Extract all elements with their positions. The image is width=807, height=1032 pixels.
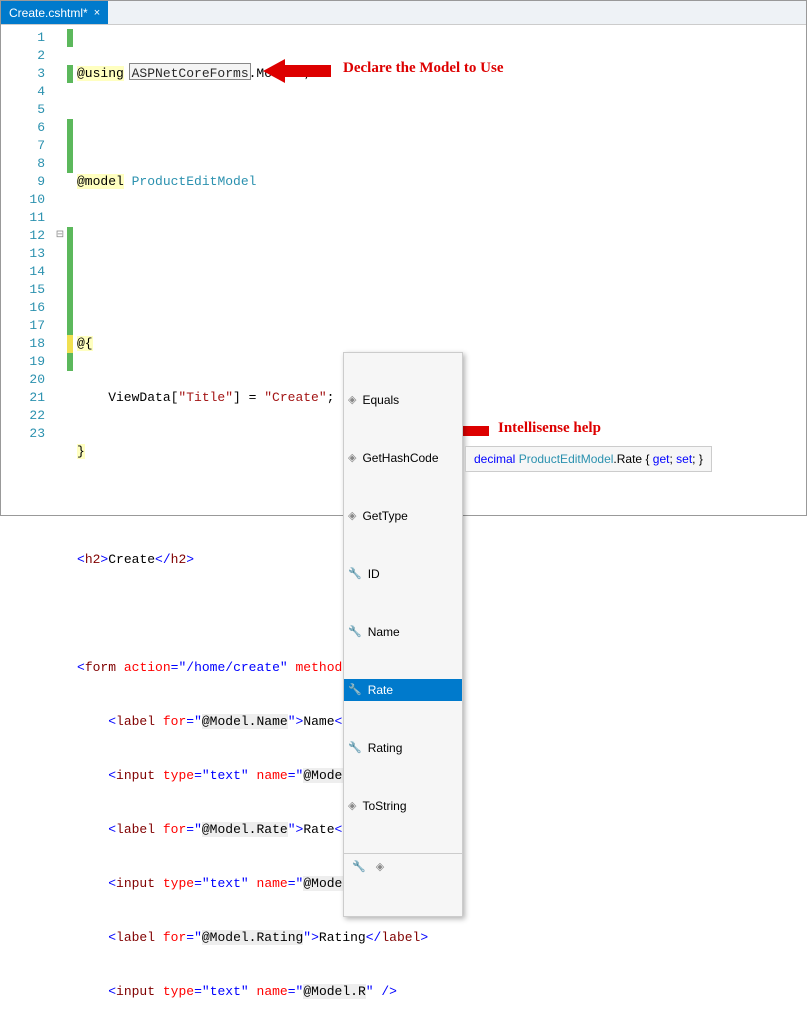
intellisense-item[interactable]: 🔧Name [344, 621, 462, 643]
line-number: 1 [1, 29, 45, 47]
method-icon: ◈ [348, 449, 356, 467]
line-gutter: 1 2 3 4 5 6 7 8 9 10 11 12 13 14 15 16 1… [1, 25, 53, 515]
arrow-icon [263, 57, 333, 85]
line-number: 16 [1, 299, 45, 317]
code-area[interactable]: @using ASPNetCoreForms.Models; @model Pr… [73, 25, 806, 515]
line-number: 21 [1, 389, 45, 407]
method-icon: ◈ [348, 391, 356, 409]
highlight-box [129, 63, 251, 80]
intellisense-item[interactable]: ◈GetHashCode [344, 447, 462, 469]
line-number: 2 [1, 47, 45, 65]
razor-block-close: } [77, 444, 85, 459]
razor-block-open: @{ [77, 336, 93, 351]
intellisense-item[interactable]: ◈GetType [344, 505, 462, 527]
line-number: 23 [1, 425, 45, 443]
line-number: 5 [1, 101, 45, 119]
line-number: 14 [1, 263, 45, 281]
annotation-text: Declare the Model to Use [343, 59, 504, 77]
method-icon: ◈ [376, 858, 384, 876]
line-number: 19 [1, 353, 45, 371]
line-number: 7 [1, 137, 45, 155]
line-number: 15 [1, 281, 45, 299]
property-icon: 🔧 [348, 739, 362, 757]
line-number: 4 [1, 83, 45, 101]
line-number: 3 [1, 65, 45, 83]
razor-directive: @using [77, 66, 124, 81]
property-icon: 🔧 [352, 858, 366, 876]
intellisense-footer: 🔧 ◈ [344, 853, 462, 880]
method-icon: ◈ [348, 507, 356, 525]
line-number: 6 [1, 119, 45, 137]
line-number: 9 [1, 173, 45, 191]
line-number: 12 [1, 227, 45, 245]
line-number: 17 [1, 317, 45, 335]
annotation-text: Intellisense help [498, 419, 601, 437]
line-number: 20 [1, 371, 45, 389]
line-number: 13 [1, 245, 45, 263]
intellisense-item[interactable]: ◈ToString [344, 795, 462, 817]
model-type: ProductEditModel [132, 174, 257, 189]
line-number: 11 [1, 209, 45, 227]
property-icon: 🔧 [348, 565, 362, 583]
close-icon[interactable]: × [94, 7, 100, 19]
editor: 1 2 3 4 5 6 7 8 9 10 11 12 13 14 15 16 1… [1, 25, 806, 515]
intellisense-popup[interactable]: ◈Equals ◈GetHashCode ◈GetType 🔧ID 🔧Name … [343, 352, 463, 917]
razor-directive: @model [77, 174, 124, 189]
fold-collapse-icon[interactable]: ⊟ [53, 227, 67, 245]
fold-column: ⊟ [53, 25, 67, 515]
line-number: 8 [1, 155, 45, 173]
intellisense-item[interactable]: ◈Equals [344, 389, 462, 411]
tab-bar: Create.cshtml* × [1, 1, 806, 25]
tab-title: Create.cshtml* [9, 6, 88, 20]
intellisense-item[interactable]: 🔧Rating [344, 737, 462, 759]
line-number: 18 [1, 335, 45, 353]
line-number: 10 [1, 191, 45, 209]
intellisense-tooltip: decimal ProductEditModel.Rate { get; set… [465, 446, 712, 472]
method-icon: ◈ [348, 797, 356, 815]
line-number: 22 [1, 407, 45, 425]
property-icon: 🔧 [348, 623, 362, 641]
intellisense-item-selected[interactable]: 🔧Rate [344, 679, 462, 701]
property-icon: 🔧 [348, 681, 362, 699]
file-tab[interactable]: Create.cshtml* × [1, 1, 108, 24]
intellisense-item[interactable]: 🔧ID [344, 563, 462, 585]
